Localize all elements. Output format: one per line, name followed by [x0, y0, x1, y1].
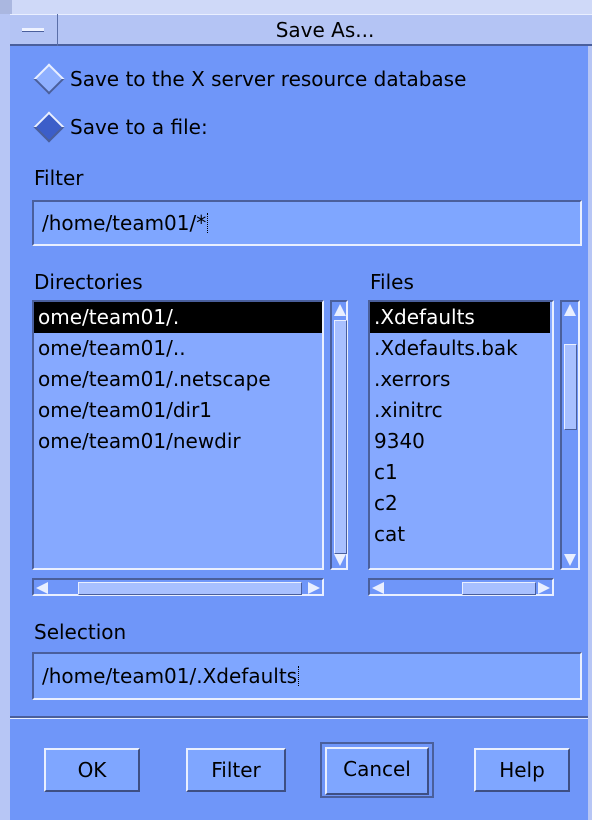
radio-resource-db-label: Save to the X server resource database [70, 67, 467, 91]
scroll-left-arrow-icon[interactable] [36, 582, 48, 594]
scroll-right-arrow-icon[interactable] [538, 582, 550, 594]
radio-diamond-icon[interactable] [33, 63, 65, 95]
button-area-separator [10, 716, 588, 719]
files-list[interactable]: .Xdefaults .Xdefaults.bak .xerrors .xini… [368, 300, 554, 570]
scrollbar-thumb[interactable] [334, 320, 347, 554]
filter-label: Filter [34, 166, 84, 190]
directories-horizontal-scrollbar[interactable] [32, 578, 324, 596]
list-item[interactable]: ome/team01/.netscape [34, 364, 322, 395]
files-horizontal-scrollbar[interactable] [368, 578, 554, 596]
directories-vertical-scrollbar[interactable] [330, 300, 348, 570]
list-item[interactable]: ome/team01/newdir [34, 426, 322, 457]
directories-label: Directories [34, 270, 143, 294]
list-item[interactable]: cat [370, 519, 552, 550]
files-vertical-scrollbar[interactable] [560, 300, 580, 570]
scroll-down-arrow-icon[interactable] [564, 554, 576, 566]
scrollbar-thumb[interactable] [78, 582, 302, 595]
list-item[interactable]: c2 [370, 488, 552, 519]
text-caret [298, 666, 301, 686]
list-item[interactable]: .Xdefaults.bak [370, 333, 552, 364]
radio-save-to-file-label: Save to a file: [70, 115, 208, 139]
list-item[interactable]: ome/team01/. [34, 302, 322, 333]
files-label: Files [370, 270, 414, 294]
scrollbar-thumb[interactable] [462, 582, 536, 595]
filter-button[interactable]: Filter [186, 748, 286, 792]
list-item[interactable]: .Xdefaults [370, 302, 550, 333]
filter-input[interactable]: /home/team01/* [32, 200, 582, 246]
radio-save-to-file[interactable]: Save to a file: [33, 111, 208, 143]
scroll-left-arrow-icon[interactable] [372, 582, 384, 594]
filter-input-value: /home/team01/* [42, 211, 207, 235]
cancel-button[interactable]: Cancel [325, 747, 429, 795]
selection-label: Selection [34, 620, 127, 644]
dialog-title: Save As... [275, 18, 375, 42]
radio-diamond-icon[interactable] [33, 111, 65, 143]
list-item[interactable]: .xerrors [370, 364, 552, 395]
ok-button[interactable]: OK [44, 748, 140, 792]
text-caret [207, 213, 210, 233]
help-button[interactable]: Help [474, 748, 570, 792]
scroll-up-arrow-icon[interactable] [334, 304, 346, 316]
window-menu-button[interactable] [10, 14, 58, 46]
directories-list[interactable]: ome/team01/. ome/team01/.. ome/team01/.n… [32, 300, 324, 570]
selection-input-value: /home/team01/.Xdefaults [42, 664, 298, 688]
scroll-right-arrow-icon[interactable] [308, 582, 320, 594]
list-item[interactable]: 9340 [370, 426, 552, 457]
list-item[interactable]: c1 [370, 457, 552, 488]
list-item[interactable]: ome/team01/dir1 [34, 395, 322, 426]
list-item[interactable]: .xinitrc [370, 395, 552, 426]
scroll-up-arrow-icon[interactable] [564, 304, 576, 316]
scroll-down-arrow-icon[interactable] [334, 554, 346, 566]
cancel-default-ring: Cancel [320, 742, 434, 798]
list-item[interactable]: ome/team01/.. [34, 333, 322, 364]
selection-input[interactable]: /home/team01/.Xdefaults [32, 652, 582, 700]
scrollbar-thumb[interactable] [564, 344, 577, 430]
radio-resource-db[interactable]: Save to the X server resource database [33, 63, 467, 95]
window-top-edge [0, 0, 592, 14]
